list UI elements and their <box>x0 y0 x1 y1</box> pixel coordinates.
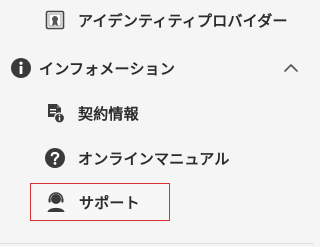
sidebar-item-label: 契約情報 <box>78 104 139 123</box>
sidebar-item-online-manual[interactable]: オンラインマニュアル <box>44 143 230 173</box>
sidebar-item-contract-info[interactable]: 契約情報 <box>44 98 139 128</box>
help-circle-icon <box>44 147 66 169</box>
divider <box>0 243 314 244</box>
sidebar-item-label: インフォメーション <box>39 59 176 78</box>
contract-info-icon <box>44 102 66 124</box>
chevron-up-icon[interactable] <box>280 57 302 79</box>
sidebar-item-support[interactable]: サポート <box>30 183 170 221</box>
certificate-icon <box>44 9 66 31</box>
sidebar-item-label: アイデンティティプロバイダー <box>78 11 288 30</box>
sidebar-section-information[interactable]: インフォメーション <box>10 53 314 83</box>
support-agent-icon <box>45 191 67 213</box>
sidebar-item-label: オンラインマニュアル <box>78 149 230 168</box>
info-circle-icon <box>10 57 32 79</box>
sidebar-panel: アイデンティティプロバイダー インフォメーション 契約情報 オンラインマニュアル… <box>0 0 314 247</box>
sidebar-item-identity-provider[interactable]: アイデンティティプロバイダー <box>44 5 288 35</box>
sidebar-item-label: サポート <box>79 193 140 212</box>
